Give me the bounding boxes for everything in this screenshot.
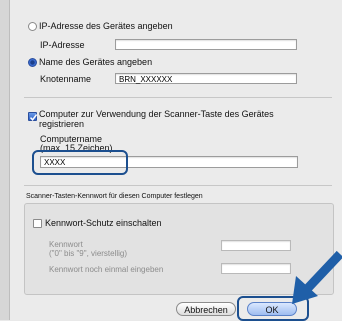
register-computer-label-line2: registrieren bbox=[39, 119, 85, 129]
password-section-title: Scanner-Tasten-Kennwort für diesen Compu… bbox=[26, 193, 203, 200]
computer-name-highlight bbox=[32, 150, 128, 175]
password-hint: ("0" bis "9", vierstellig) bbox=[49, 249, 128, 258]
ip-address-input[interactable] bbox=[115, 39, 297, 50]
node-name-radio-label: Name des Gerätes angeben bbox=[39, 57, 153, 67]
ip-address-radio-label: IP-Adresse des Gerätes angeben bbox=[39, 21, 173, 31]
checkmark-icon bbox=[29, 114, 38, 121]
ip-address-field-label: IP-Adresse bbox=[40, 40, 85, 50]
password-protection-label: Kennwort-Schutz einschalten bbox=[45, 218, 162, 228]
node-name-radio[interactable] bbox=[28, 58, 37, 67]
node-name-field-label: Knotenname bbox=[40, 74, 92, 84]
cancel-button[interactable]: Abbrechen bbox=[176, 302, 236, 316]
node-name-input[interactable]: BRN_XXXXXX bbox=[115, 73, 297, 84]
password-input[interactable] bbox=[221, 240, 291, 251]
separator bbox=[24, 185, 332, 186]
register-computer-checkbox[interactable] bbox=[28, 112, 38, 121]
separator bbox=[24, 97, 332, 98]
confirm-password-label: Kennwort noch einmal eingeben bbox=[49, 265, 164, 274]
confirm-password-input[interactable] bbox=[221, 263, 291, 274]
ip-address-radio[interactable] bbox=[28, 22, 37, 31]
arrow-icon bbox=[292, 250, 342, 304]
password-group-box: Kennwort-Schutz einschalten Kennwort ("0… bbox=[24, 203, 334, 295]
password-protection-checkbox[interactable] bbox=[33, 219, 42, 228]
window-edge bbox=[0, 0, 10, 320]
